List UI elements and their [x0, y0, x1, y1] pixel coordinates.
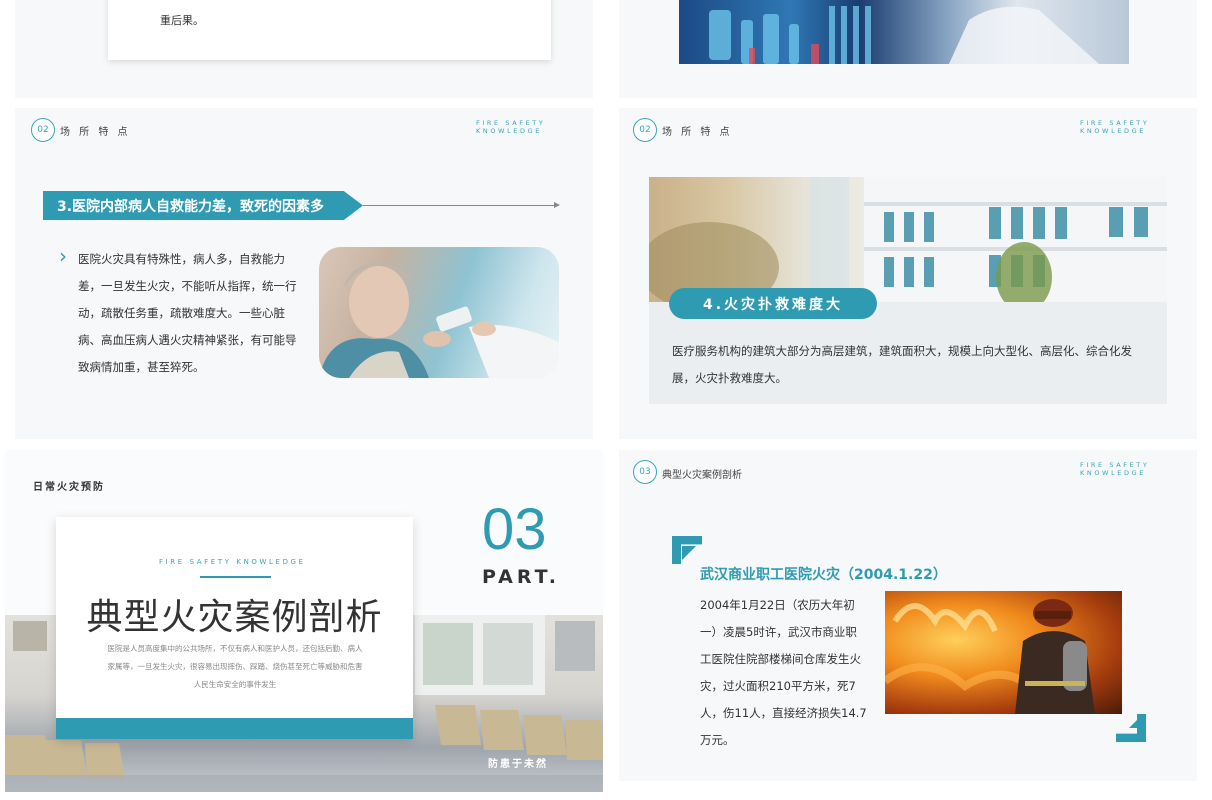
body-text: 医院火灾具有特殊性，病人多，自救能力差，一旦发生火灾，不能听从指挥，统一行动，疏… [78, 252, 297, 374]
slide-heading: 3.医院内部病人自救能力差，致死的因素多 [57, 199, 325, 215]
fire-safety-tag: FIRE SAFETY KNOWLEDGE [1080, 119, 1150, 135]
firefighter-icon [885, 599, 1095, 714]
hospital-building-photo [649, 177, 1167, 302]
title-underline [200, 576, 271, 578]
description-line: 医院是人员高度集中的公共场所，不仅有病人和医护人员，还包括后勤、病人 [107, 644, 363, 653]
part-label: PART. [482, 566, 560, 588]
card-text-end: 重后果。 [160, 14, 204, 27]
motto-text: 防患于未然 [488, 759, 548, 770]
patient-photo [319, 247, 559, 378]
fire-safety-tag: FIRE SAFETY KNOWLEDGE [1080, 461, 1150, 477]
slide-top-left: 重后果。 [15, 0, 593, 98]
lab-glassware-icon [709, 6, 1099, 64]
building-icon [649, 177, 1167, 302]
title-card-bar [56, 718, 413, 739]
slide-mid-left: 02 场 所 特 点 FIRE SAFETY KNOWLEDGE 3.医院内部病… [15, 108, 593, 439]
slide-bot-right: 03 典型火灾案例剖析 FIRE SAFETY KNOWLEDGE 武汉商业职工… [619, 450, 1197, 781]
section-title: 典型火灾案例剖析 [86, 597, 383, 638]
fire-safety-tag: FIRE SAFETY KNOWLEDGE [159, 558, 306, 566]
case-heading: 武汉商业职工医院火灾（2004.1.22） [700, 567, 947, 583]
corner-accent-triangle [1129, 714, 1143, 728]
title-description: 医院是人员高度集中的公共场所，不仅有病人和医护人员，还包括后勤、病人 家属等，一… [85, 640, 385, 694]
slide-top-right [619, 0, 1197, 98]
slide-bot-left: 日常火灾预防 FIRE SAFETY KNOWLEDGE 典型火灾案例剖析 医院… [5, 450, 603, 792]
arrow-head-icon [554, 202, 560, 208]
heading-arrow-line [363, 205, 558, 206]
description-line: 家属等，一旦发生火灾，很容易出现摔伤、踩踏、烧伤甚至死亡等威胁和危害 [107, 662, 363, 671]
section-number-badge: 02 [633, 118, 657, 142]
part-number: 03 [482, 497, 547, 562]
fire-safety-tag: FIRE SAFETY KNOWLEDGE [476, 119, 546, 135]
chevron-right-icon: › [59, 244, 67, 268]
corner-label: 日常火灾预防 [33, 482, 105, 493]
section-number-badge: 02 [31, 118, 55, 142]
text-card: 重后果。 [108, 0, 551, 60]
section-title: 场 所 特 点 [662, 127, 733, 138]
case-body-text: 2004年1月22日（农历大年初一）凌晨5时许，武汉市商业职工医院住院部楼梯间仓… [700, 598, 867, 747]
body-text: 医疗服务机构的建筑大部分为高层建筑，建筑面积大，规模上向大型化、高层化、综合化发… [672, 344, 1132, 385]
lab-photo [679, 0, 1129, 64]
patient-with-pills-icon [319, 262, 559, 378]
slide-heading: 4.火灾扑救难度大 [702, 297, 844, 313]
firefighter-photo [885, 591, 1122, 714]
slide-mid-right: 02 场 所 特 点 FIRE SAFETY KNOWLEDGE 4.火灾扑救难… [619, 108, 1197, 439]
section-title: 典型火灾案例剖析 [662, 470, 742, 481]
corner-accent-triangle [682, 546, 696, 560]
description-line: 人民生命安全的事件发生 [193, 680, 277, 689]
section-number-badge: 03 [633, 460, 657, 484]
section-title: 场 所 特 点 [60, 127, 131, 138]
